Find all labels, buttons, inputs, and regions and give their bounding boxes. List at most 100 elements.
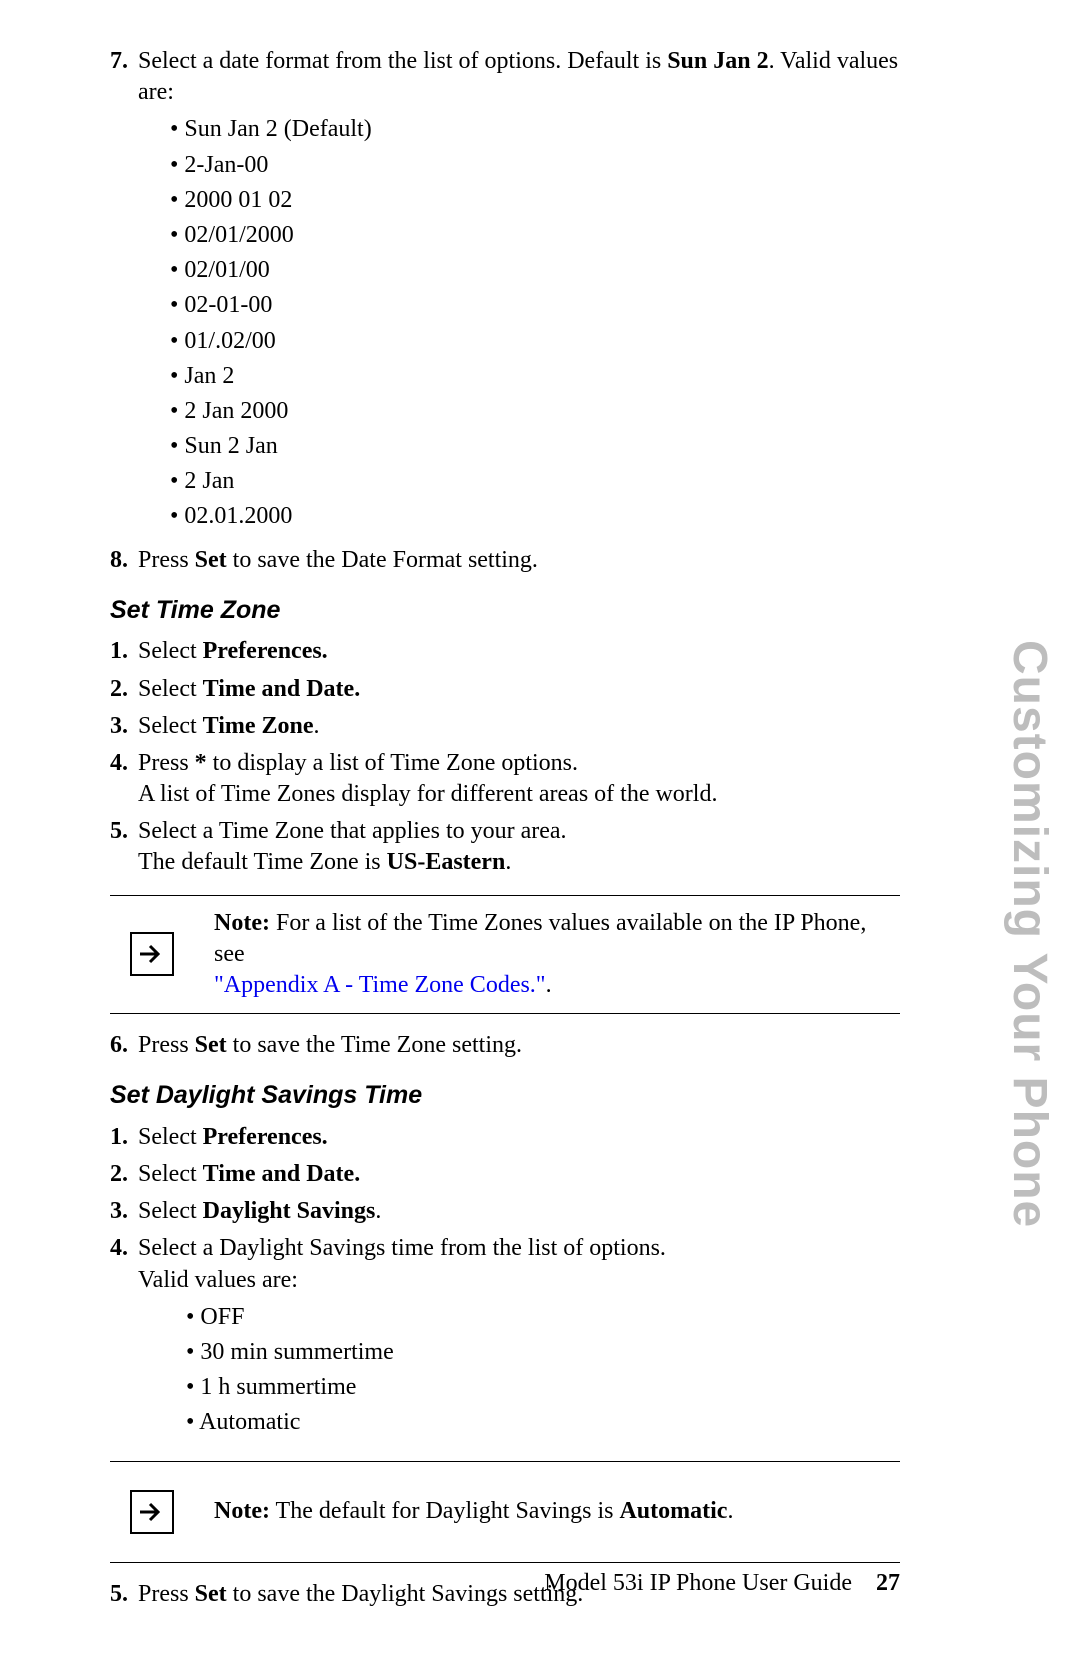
step-3: 3. Select Daylight Savings. [110, 1196, 900, 1227]
arrow-right-icon [130, 1490, 174, 1534]
text: The default Time Zone is [138, 849, 387, 875]
bold: Sun Jan 2 [667, 48, 768, 74]
step-number: 2. [110, 1159, 138, 1190]
text: to save the Time Zone setting. [227, 1032, 522, 1058]
note-text: Note: The default for Daylight Savings i… [214, 1496, 900, 1527]
text: Select [138, 713, 203, 739]
page-content: 7. Select a date format from the list of… [0, 0, 1080, 1656]
text: Select a Daylight Savings time from the … [138, 1235, 666, 1261]
step-body: Select a date format from the list of op… [138, 46, 900, 539]
text: to save the Daylight Savings setting. [227, 1581, 584, 1607]
step-body: Select Time and Date. [138, 1159, 900, 1190]
text: . [375, 1198, 381, 1224]
step-4: 4. Select a Daylight Savings time from t… [110, 1233, 900, 1444]
step-body: Select a Time Zone that applies to your … [138, 816, 900, 878]
step-4: 4. Press * to display a list of Time Zon… [110, 748, 900, 810]
arrow-right-icon [130, 932, 174, 976]
step-number: 6. [110, 1030, 138, 1061]
step-body: Press Set to save the Time Zone setting. [138, 1030, 900, 1061]
bold: * [195, 750, 207, 776]
step-2: 2. Select Time and Date. [110, 1159, 900, 1190]
list-item: 30 min summertime [186, 1337, 900, 1368]
note-time-zone: Note: For a list of the Time Zones value… [110, 895, 900, 1015]
date-format-options: Sun Jan 2 (Default) 2-Jan-00 2000 01 02 … [170, 114, 900, 532]
text: Select [138, 1198, 203, 1224]
text: Select [138, 638, 203, 664]
step-number: 7. [110, 46, 138, 539]
bold: Time and Date. [203, 1161, 361, 1187]
page-footer: Model 53i IP Phone User Guide 27 [544, 1568, 900, 1599]
step-8: 8. Press Set to save the Date Format set… [110, 545, 900, 576]
step-number: 5. [110, 1579, 138, 1610]
step-1: 1. Select Preferences. [110, 636, 900, 667]
bold: Set [195, 1032, 227, 1058]
date-format-steps: 7. Select a date format from the list of… [110, 46, 900, 576]
list-item: 01/.02/00 [170, 326, 900, 357]
step-number: 1. [110, 636, 138, 667]
list-item: Automatic [186, 1407, 900, 1438]
text: to display a list of Time Zone options. [207, 750, 578, 776]
text: For a list of the Time Zones values avai… [214, 910, 866, 967]
bold: Preferences. [203, 1124, 328, 1150]
list-item: 2 Jan [170, 466, 900, 497]
list-item: 2 Jan 2000 [170, 396, 900, 427]
time-zone-steps-cont: 6. Press Set to save the Time Zone setti… [110, 1030, 900, 1061]
bold: Time and Date. [203, 676, 361, 702]
step-body: Select Preferences. [138, 636, 900, 667]
text: Press [138, 750, 195, 776]
step-7: 7. Select a date format from the list of… [110, 46, 900, 539]
step-body: Select a Daylight Savings time from the … [138, 1233, 900, 1444]
time-zone-steps: 1. Select Preferences. 2. Select Time an… [110, 636, 900, 878]
dst-steps: 1. Select Preferences. 2. Select Time an… [110, 1122, 900, 1445]
step-1: 1. Select Preferences. [110, 1122, 900, 1153]
text: Valid values are: [138, 1267, 298, 1293]
list-item: 2000 01 02 [170, 185, 900, 216]
step-number: 2. [110, 674, 138, 705]
list-item: Sun 2 Jan [170, 431, 900, 462]
step-body: Press * to display a list of Time Zone o… [138, 748, 900, 810]
step-number: 3. [110, 711, 138, 742]
step-6: 6. Press Set to save the Time Zone setti… [110, 1030, 900, 1061]
text: Select a date format from the list of op… [138, 48, 667, 74]
bold: Preferences. [203, 638, 328, 664]
step-body: Select Time and Date. [138, 674, 900, 705]
dst-options: OFF 30 min summertime 1 h summertime Aut… [186, 1302, 900, 1439]
step-number: 1. [110, 1122, 138, 1153]
bold: US-Eastern [387, 849, 506, 875]
text: Press [138, 547, 195, 573]
step-number: 5. [110, 816, 138, 878]
page-number: 27 [876, 1570, 900, 1596]
list-item: Jan 2 [170, 361, 900, 392]
step-5: 5. Select a Time Zone that applies to yo… [110, 816, 900, 878]
step-number: 4. [110, 1233, 138, 1444]
step-body: Select Daylight Savings. [138, 1196, 900, 1227]
note-dst: Note: The default for Daylight Savings i… [110, 1461, 900, 1563]
bold: Time Zone [203, 713, 314, 739]
text: The default for Daylight Savings is [270, 1498, 620, 1524]
heading-set-time-zone: Set Time Zone [110, 594, 900, 627]
list-item: Sun Jan 2 (Default) [170, 114, 900, 145]
text: A list of Time Zones display for differe… [138, 781, 717, 807]
list-item: 02/01/00 [170, 255, 900, 286]
step-number: 8. [110, 545, 138, 576]
appendix-link[interactable]: "Appendix A - Time Zone Codes." [214, 972, 546, 998]
bold: Automatic [619, 1498, 727, 1524]
step-number: 4. [110, 748, 138, 810]
text: . [546, 972, 552, 998]
text: Select [138, 676, 203, 702]
text: Select [138, 1124, 203, 1150]
list-item: OFF [186, 1302, 900, 1333]
text: Select [138, 1161, 203, 1187]
note-label: Note: [214, 1498, 270, 1524]
list-item: 2-Jan-00 [170, 150, 900, 181]
list-item: 1 h summertime [186, 1372, 900, 1403]
note-label: Note: [214, 910, 270, 936]
footer-title: Model 53i IP Phone User Guide [544, 1570, 852, 1596]
text: . [505, 849, 511, 875]
list-item: 02/01/2000 [170, 220, 900, 251]
bold: Daylight Savings [203, 1198, 376, 1224]
side-chapter-title: Customizing Your Phone [998, 640, 1060, 1228]
text: to save the Date Format setting. [227, 547, 538, 573]
list-item: 02-01-00 [170, 290, 900, 321]
step-2: 2. Select Time and Date. [110, 674, 900, 705]
